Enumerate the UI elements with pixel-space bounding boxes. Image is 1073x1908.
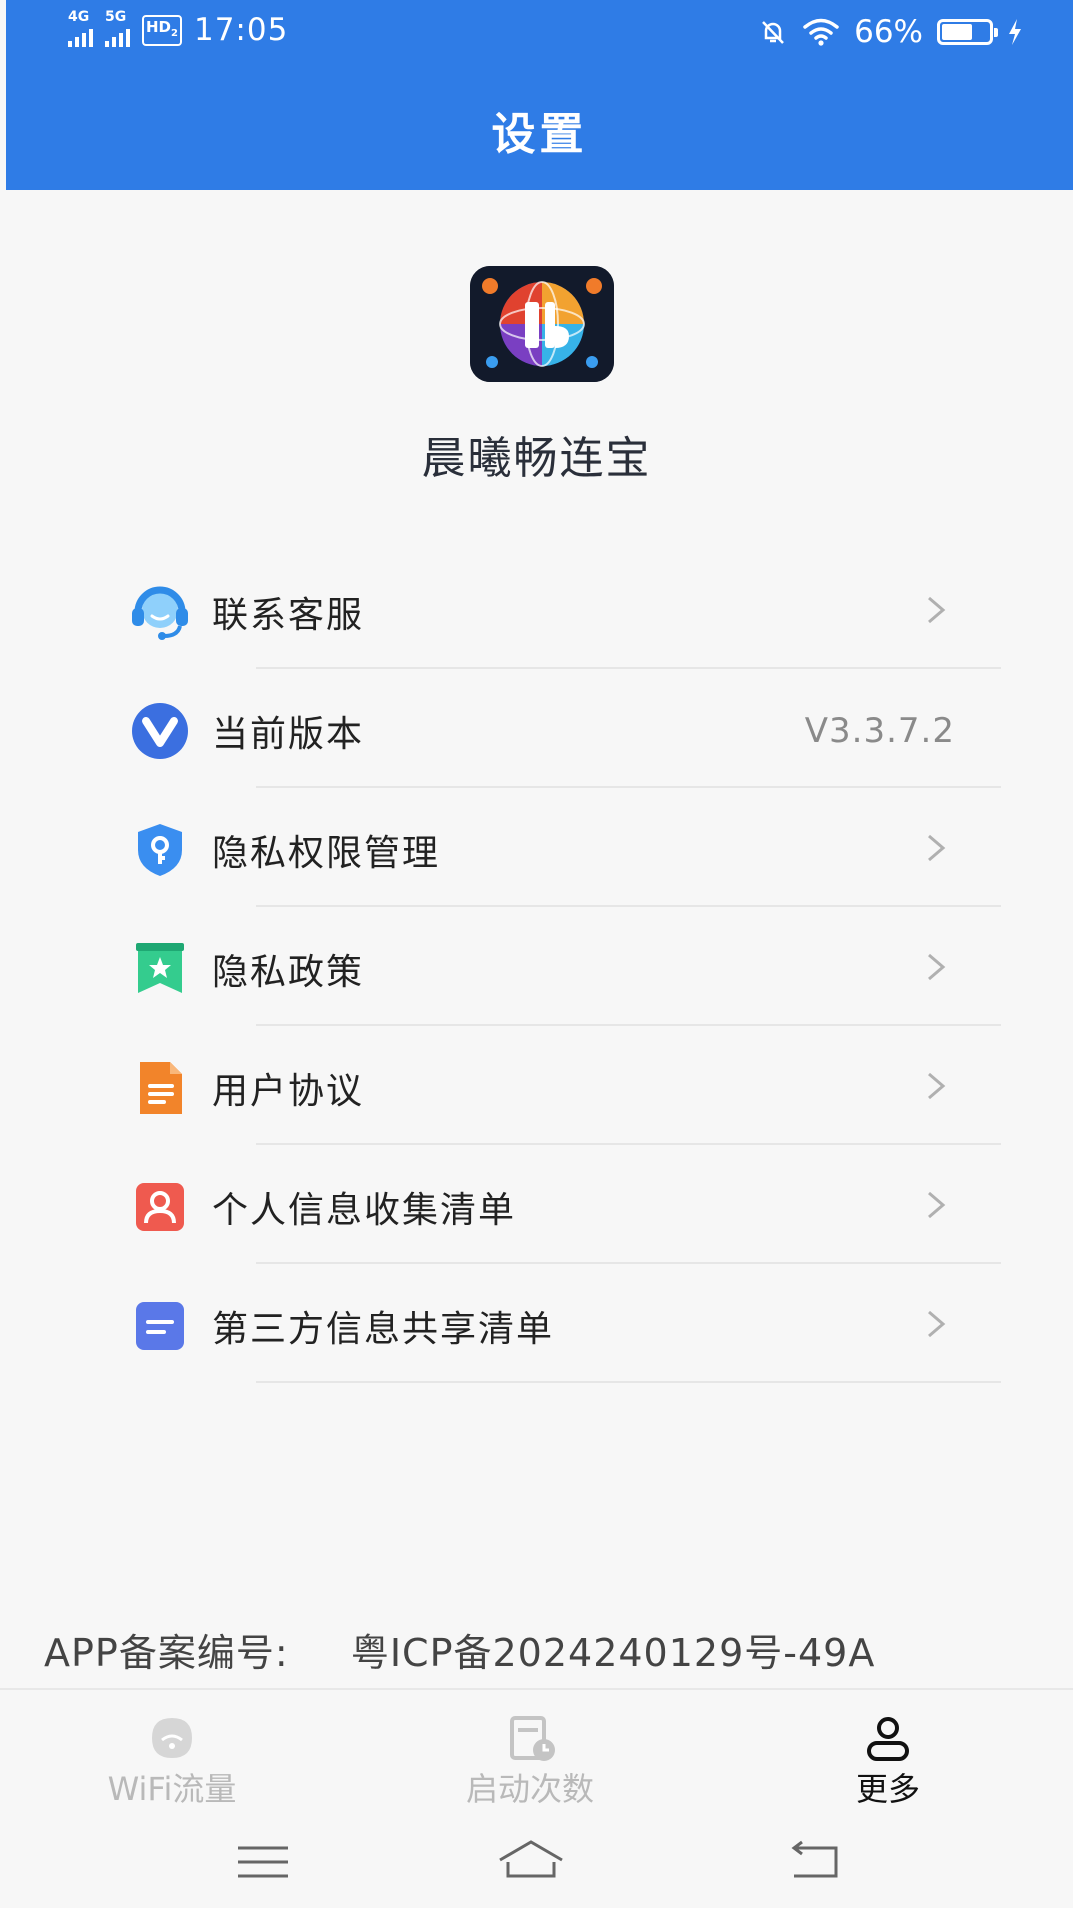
status-right: 66% — [758, 14, 1023, 50]
menu-label-contact-support: 联系客服 — [212, 595, 365, 636]
icp-number: 粤ICP备2024240129号-49A — [350, 1631, 876, 1675]
header-bar: 4G 5G HD2 17:05 66% 设置 — [6, 0, 1073, 190]
tab-label-launch-count: 启动次数 — [465, 1770, 594, 1808]
menu-label-third-party-sharing-list: 第三方信息共享清单 — [212, 1309, 555, 1350]
document-icon — [128, 1056, 192, 1120]
tabbar-divider — [0, 1688, 1073, 1690]
chevron-right-icon — [928, 834, 946, 862]
tab-label-more: 更多 — [855, 1770, 920, 1808]
home-icon[interactable] — [496, 1832, 566, 1892]
battery-percent: 66% — [854, 14, 923, 50]
version-value: V3.3.7.2 — [804, 711, 955, 751]
status-time: 17:05 — [193, 12, 289, 48]
menu-item-current-version[interactable]: 当前版本 V3.3.7.2 — [0, 669, 1073, 788]
menu-label-privacy-permissions: 隐私权限管理 — [212, 833, 441, 874]
sim2-signal-icon: 5G — [105, 9, 130, 47]
icp-label: APP备案编号: — [44, 1631, 289, 1675]
bookmark-star-icon — [128, 937, 192, 1001]
sim1-network-label: 4G — [68, 9, 90, 25]
user-more-icon — [867, 1717, 909, 1761]
sim2-network-label: 5G — [105, 9, 127, 25]
wifi-icon — [803, 18, 839, 46]
tab-launch-count[interactable]: 启动次数 — [380, 1692, 680, 1822]
list-card-icon — [128, 1294, 192, 1358]
tab-more[interactable]: 更多 — [738, 1692, 1038, 1822]
status-bar: 4G 5G HD2 17:05 66% — [6, 0, 1073, 64]
chevron-right-icon — [928, 596, 946, 624]
icp-registration: APP备案编号: 粤ICP备2024240129号-49A — [44, 1622, 875, 1677]
page-title: 设置 — [491, 109, 588, 160]
system-nav-bar — [0, 1822, 1073, 1908]
charging-bolt-icon — [1009, 19, 1021, 45]
tab-label-wifi-traffic: WiFi流量 — [107, 1770, 237, 1808]
chevron-right-icon — [928, 1191, 946, 1219]
mute-bell-icon — [762, 21, 784, 44]
hd-voice-icon: HD2 — [142, 14, 182, 46]
person-card-icon — [128, 1175, 192, 1239]
status-left: 4G 5G HD2 17:05 — [68, 9, 289, 48]
menu-lines-icon[interactable] — [228, 1832, 298, 1892]
battery-icon — [937, 19, 998, 45]
menu-item-privacy-permissions[interactable]: 隐私权限管理 — [0, 788, 1073, 907]
bottom-tab-bar: WiFi流量 启动次数 更多 — [0, 1692, 1073, 1822]
launch-count-icon — [510, 1716, 555, 1761]
menu-item-third-party-sharing-list[interactable]: 第三方信息共享清单 — [0, 1264, 1073, 1383]
chevron-right-icon — [928, 1072, 946, 1100]
menu-item-contact-support[interactable]: 联系客服 — [0, 550, 1073, 669]
divider — [256, 1381, 1001, 1383]
version-v-icon — [128, 699, 192, 763]
tab-wifi-traffic[interactable]: WiFi流量 — [22, 1692, 322, 1822]
menu-item-personal-info-list[interactable]: 个人信息收集清单 — [0, 1145, 1073, 1264]
menu-label-user-agreement: 用户协议 — [212, 1071, 365, 1112]
menu-item-privacy-policy[interactable]: 隐私政策 — [0, 907, 1073, 1026]
menu-label-personal-info-list: 个人信息收集清单 — [212, 1190, 517, 1231]
wifi-traffic-icon — [152, 1718, 192, 1758]
menu-label-current-version: 当前版本 — [212, 714, 365, 755]
headset-icon — [128, 580, 192, 644]
app-name: 晨曦畅连宝 — [421, 433, 652, 484]
phone-screen: 4G 5G HD2 17:05 66% 设置 晨曦畅连宝 联系客服 当前版本 V… — [0, 0, 1073, 1908]
chevron-right-icon — [928, 1310, 946, 1338]
chevron-right-icon — [928, 953, 946, 981]
app-logo-icon — [470, 266, 614, 382]
shield-key-icon — [128, 818, 192, 882]
back-icon[interactable] — [780, 1832, 850, 1892]
menu-item-user-agreement[interactable]: 用户协议 — [0, 1026, 1073, 1145]
sim1-signal-icon: 4G — [68, 9, 93, 47]
menu-label-privacy-policy: 隐私政策 — [212, 952, 365, 993]
